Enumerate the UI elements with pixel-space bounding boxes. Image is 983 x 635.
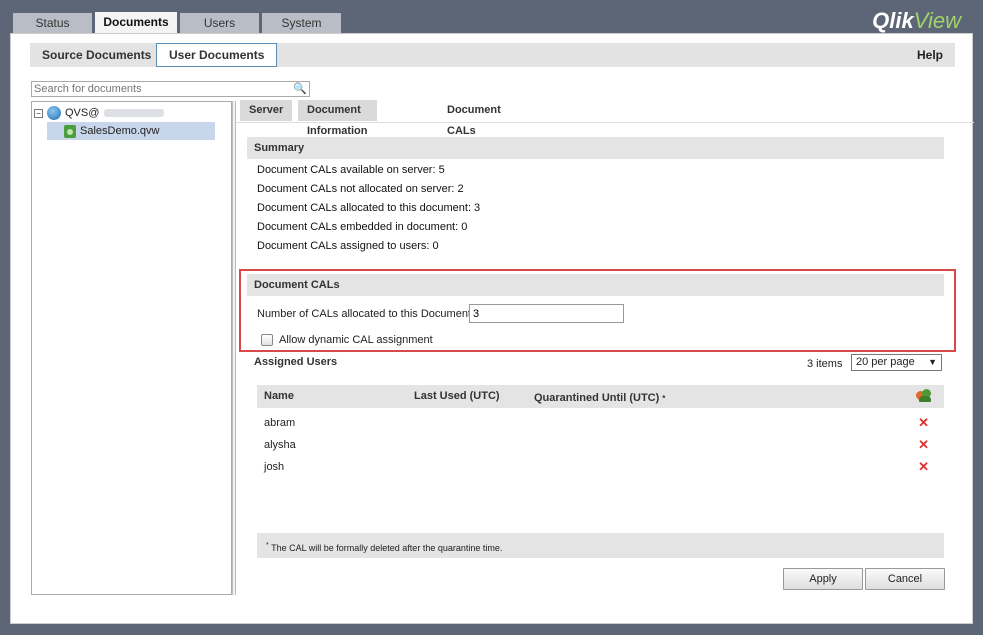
search-icon[interactable]: 🔍 (293, 82, 307, 95)
table-row: abram ✕ (257, 415, 944, 433)
quarantine-note: * The CAL will be formally deleted after… (257, 533, 944, 558)
dynamic-cal-row: Allow dynamic CAL assignment (261, 334, 433, 346)
apply-button[interactable]: Apply (783, 568, 863, 590)
delete-icon[interactable]: ✕ (918, 459, 929, 475)
tree-doc-label: SalesDemo.qvw (80, 125, 160, 137)
search-input[interactable] (32, 82, 287, 96)
server-globe-icon (47, 106, 61, 120)
main-panel: Source Documents User Documents Help 🔍 −… (10, 33, 974, 624)
pane-splitter[interactable] (232, 101, 236, 595)
sub-navigation: Source Documents User Documents Help (30, 43, 955, 67)
col-last-used[interactable]: Last Used (UTC) (414, 385, 500, 408)
summary-embedded: Document CALs embedded in document: 0 (257, 221, 468, 233)
user-name: alysha (264, 439, 296, 451)
cal-count-label: Number of CALs allocated to this Documen… (257, 308, 475, 320)
summary-not-allocated: Document CALs not allocated on server: 2 (257, 183, 464, 195)
tab-users[interactable]: Users (180, 13, 259, 33)
delete-icon[interactable]: ✕ (918, 415, 929, 431)
per-page-value: 20 per page (856, 356, 915, 368)
collapse-icon[interactable]: − (34, 108, 43, 118)
tree-root-label: QVS@ (65, 107, 100, 119)
table-row: alysha ✕ (257, 437, 944, 455)
users-table-header: Name Last Used (UTC) Quarantined Until (… (257, 385, 944, 408)
dynamic-cal-label: Allow dynamic CAL assignment (279, 334, 433, 346)
search-box: 🔍 (31, 81, 310, 97)
add-users-icon[interactable] (916, 389, 932, 404)
summary-assigned: Document CALs assigned to users: 0 (257, 240, 439, 252)
tab-documents[interactable]: Documents (95, 12, 177, 34)
redacted-server-name (104, 109, 165, 117)
tab-divider (236, 122, 974, 123)
tree-root-node[interactable]: − QVS@ (34, 106, 165, 120)
source-documents-tab[interactable]: Source Documents (30, 43, 163, 67)
per-page-select[interactable]: 20 per page ▼ (851, 354, 942, 371)
delete-icon[interactable]: ✕ (918, 437, 929, 453)
user-name: josh (264, 461, 285, 473)
table-row: josh ✕ (257, 459, 944, 477)
user-documents-tab[interactable]: User Documents (156, 43, 278, 67)
summary-available: Document CALs available on server: 5 (257, 164, 445, 176)
tab-document-cals[interactable]: Document CALs (438, 100, 510, 137)
summary-allocated: Document CALs allocated to this document… (257, 202, 481, 214)
col-quarantined[interactable]: Quarantined Until (UTC) * (534, 387, 665, 410)
tab-server[interactable]: Server (240, 100, 293, 121)
cancel-button[interactable]: Cancel (865, 568, 945, 590)
summary-header: Summary (247, 137, 944, 159)
tree-doc-node[interactable]: SalesDemo.qvw (47, 122, 215, 140)
tab-status[interactable]: Status (13, 13, 92, 33)
document-tree: − QVS@ SalesDemo.qvw (31, 101, 232, 595)
qlikview-logo: QlikView (872, 8, 961, 33)
col-name[interactable]: Name (264, 385, 294, 408)
items-count: 3 items (807, 358, 843, 370)
assigned-users-title: Assigned Users (254, 356, 338, 368)
help-link[interactable]: Help (917, 43, 943, 67)
user-name: abram (264, 417, 296, 429)
tab-document-information[interactable]: Document Information (298, 100, 377, 137)
dropdown-arrow-icon: ▼ (928, 357, 937, 367)
document-cals-header: Document CALs (247, 274, 944, 296)
cal-count-input[interactable] (469, 304, 624, 323)
dynamic-cal-checkbox[interactable] (261, 334, 273, 346)
qvw-document-icon (64, 124, 76, 138)
tab-system[interactable]: System (262, 13, 341, 33)
